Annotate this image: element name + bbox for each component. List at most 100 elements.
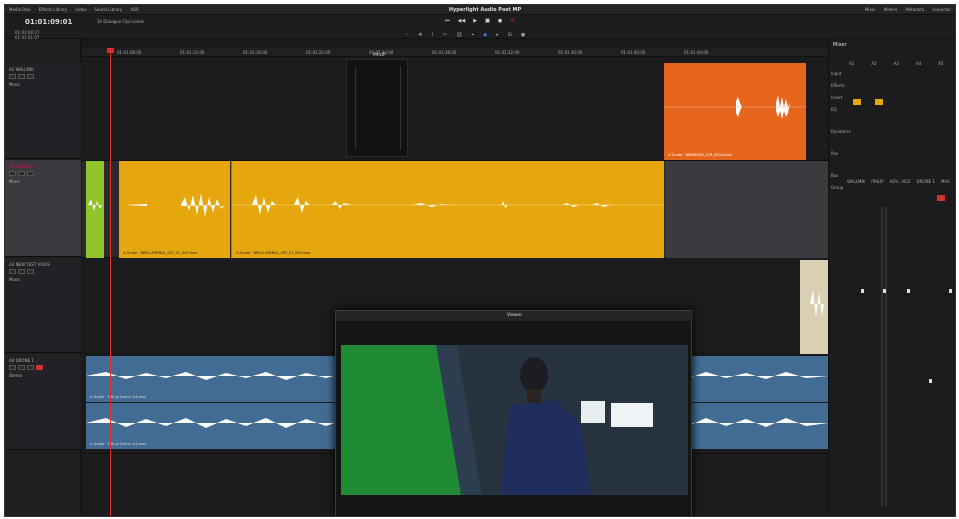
channel-id: A1	[849, 61, 855, 66]
audio-clip-beige[interactable]	[800, 260, 829, 354]
flag-icon[interactable]: ◆	[483, 32, 487, 38]
mute-button[interactable]	[27, 365, 34, 370]
solo-button[interactable]	[18, 269, 25, 274]
channel-id: A3	[893, 61, 899, 66]
sound-library-button[interactable]: Sound Library	[94, 7, 122, 12]
app-window: Media Pool Effects Library Index Sound L…	[4, 4, 956, 517]
track-lane-a2: A Grade · BRKL1S3RN01_0ST_07_005.mov A G…	[82, 161, 828, 258]
timeline-name-dropdown[interactable]: 1h Dialogue Clip Levels	[97, 19, 144, 24]
media-pool-button[interactable]: Media Pool	[9, 7, 31, 12]
viewer-window[interactable]: Viewer	[335, 310, 693, 516]
row-label: Pan	[831, 151, 839, 156]
mute-button[interactable]	[27, 269, 34, 274]
ruler-tick: 01:01:16:00	[243, 50, 268, 55]
row-label: Dynamics	[831, 129, 851, 134]
link-icon[interactable]: ⛓	[456, 32, 462, 38]
video-image	[341, 345, 688, 495]
fader-handle[interactable]	[861, 289, 864, 293]
track-header-a2[interactable]: A2 CHARLIE Mono	[5, 160, 81, 257]
track-buttons	[9, 171, 34, 176]
channel-id: A5	[938, 61, 944, 66]
waveform-icon	[125, 193, 225, 217]
ruler-tick: 01:01:40:00	[621, 50, 646, 55]
inspector-button[interactable]: Inspector	[932, 7, 951, 12]
clip-label: A Grade · Edit gr Drone 1r4.wav	[90, 395, 146, 399]
track-lane-a1: A Grade · BRINKSDR_01R_0003.mov	[82, 57, 828, 161]
mute-button[interactable]	[27, 171, 34, 176]
track-headers: A1 WALLMIK Mono A2 CHARLIE Mono A3 NEW T…	[5, 39, 81, 516]
record-arm-button[interactable]	[9, 74, 16, 79]
mixer-button[interactable]: Mixer	[865, 7, 876, 12]
channel-id: A4	[915, 61, 922, 66]
track-name: A2 CHARLIE	[9, 164, 33, 169]
project-title: Hyperlight Audio Post MP	[448, 7, 522, 13]
range-tool-icon[interactable]: ✥	[418, 32, 422, 38]
playhead[interactable]	[110, 48, 111, 516]
audio-clip-green[interactable]	[86, 161, 104, 258]
trim-tool-icon[interactable]: ⌇	[431, 32, 433, 38]
transport-controls: ⏮ ◀◀ ▶ ■ ● ⟲	[445, 18, 514, 24]
effects-library-button[interactable]: Effects Library	[39, 7, 68, 12]
track-name: A3 NEW TEST VOICE	[9, 262, 50, 267]
waveform-icon	[232, 195, 664, 215]
zoom-icon[interactable]: ⊞	[508, 32, 512, 38]
ruler-tick: 01:01:36:00	[558, 50, 583, 55]
empty-region	[665, 161, 828, 258]
channel-name: PHILIP	[871, 179, 884, 184]
audio-clip-yellow[interactable]: A Grade · BRKL1S3RN01_0ST_07_005.mov	[119, 161, 230, 258]
solo-button[interactable]	[18, 365, 25, 370]
effects-slot-active[interactable]	[853, 99, 861, 105]
viewer-title: Viewer	[336, 311, 693, 321]
record-arm-button[interactable]	[9, 269, 16, 274]
record-arm-button[interactable]	[9, 365, 16, 370]
go-to-start-button[interactable]: ⏮	[445, 18, 450, 24]
record-arm-button[interactable]	[9, 171, 16, 176]
waveform-icon	[810, 290, 824, 318]
clip-label: A Grade · BRKL1S3RN01_0ST_07_005.mov	[236, 251, 311, 255]
row-label: EQ	[831, 107, 837, 112]
audio-clip-yellow[interactable]: A Grade · BRKL1S3RN01_0ST_07_005.mov	[231, 161, 664, 258]
channel-name: ADV...VICE	[889, 179, 911, 184]
effects-slot-active[interactable]	[875, 99, 883, 105]
ruler-tick: 01:01:28:00	[432, 50, 457, 55]
rewind-button[interactable]: ◀◀	[458, 18, 466, 24]
stop-button[interactable]: ■	[485, 18, 490, 24]
fader-handle[interactable]	[907, 289, 910, 293]
ruler-tick: 01:01:08:00	[117, 50, 142, 55]
blade-tool-icon[interactable]: ✂	[443, 32, 447, 38]
selection-tool-icon[interactable]: ↖	[405, 32, 409, 38]
mute-button[interactable]	[27, 74, 34, 79]
ruler-tick: 01:01:44:00	[684, 50, 709, 55]
ruler-tick: 01:01:20:00	[306, 50, 331, 55]
meters-button[interactable]: Meters	[884, 7, 898, 12]
channel-name: DRONE 1	[916, 179, 935, 184]
fader-handle[interactable]	[949, 289, 952, 293]
fader-handle[interactable]	[883, 289, 886, 293]
track-format: Mono	[9, 82, 20, 87]
row-label: Effects	[831, 83, 845, 88]
level-meter	[885, 207, 887, 507]
loop-button[interactable]: ⟲	[510, 18, 514, 24]
adr-button[interactable]: ADR	[130, 7, 139, 12]
solo-button[interactable]	[18, 74, 25, 79]
track-header-a3[interactable]: A3 NEW TEST VOICE Mono	[5, 258, 81, 353]
timeline-ruler[interactable]: 01:01:08:00 01:01:12:00 01:01:16:00 01:0…	[82, 48, 828, 57]
view-option-icon[interactable]: ●	[521, 32, 525, 38]
snap-icon[interactable]: ⌖	[471, 32, 474, 38]
record-enabled-button[interactable]	[36, 365, 43, 370]
row-label: Group	[831, 185, 844, 190]
track-header-a4[interactable]: A4 DRONE 1 Stereo	[5, 354, 81, 450]
mute-button[interactable]	[937, 195, 945, 201]
index-button[interactable]: Index	[75, 7, 86, 12]
audio-clip-orange[interactable]: A Grade · BRINKSDR_01R_0003.mov	[664, 63, 806, 160]
track-format: Stereo	[9, 373, 23, 378]
solo-button[interactable]	[18, 171, 25, 176]
clip-label: A Grade · BRKL1S3RN01_0ST_07_005.mov	[123, 251, 198, 255]
record-button[interactable]: ●	[498, 18, 502, 24]
track-header-a1[interactable]: A1 WALLMIK Mono	[5, 63, 81, 159]
play-button[interactable]: ▶	[473, 18, 477, 24]
fader-handle[interactable]	[929, 379, 932, 383]
marker-icon[interactable]: ▸	[496, 32, 499, 38]
track-format: Mono	[9, 179, 20, 184]
metadata-button[interactable]: Metadata	[905, 7, 924, 12]
